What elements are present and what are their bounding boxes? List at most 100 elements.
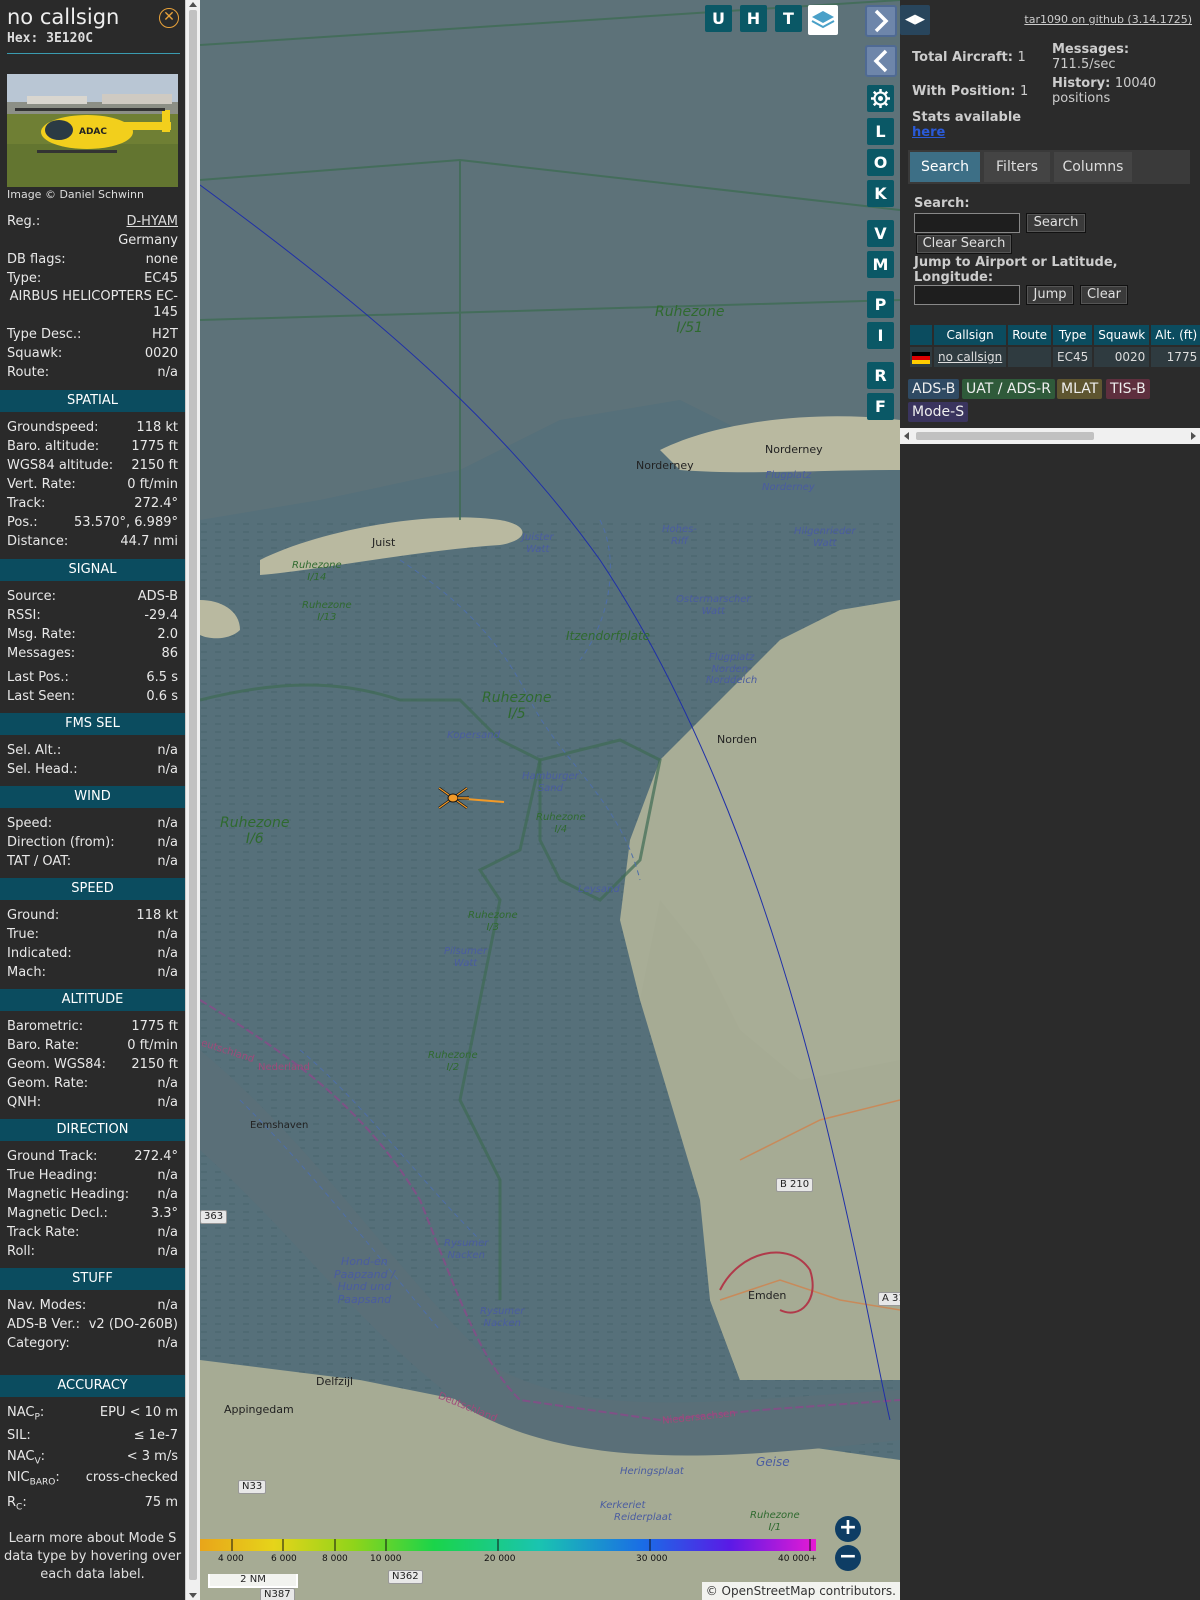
row-route: Route: n/a <box>7 365 178 380</box>
map-label-hilgenrieder-watt: Hilgenrieder Watt <box>794 526 856 549</box>
chevron-right-icon[interactable] <box>865 5 897 37</box>
scroll-up-arrow-icon[interactable] <box>189 2 197 7</box>
map-button-i[interactable]: I <box>867 322 894 349</box>
row-rc: RC: 75 m <box>7 1495 178 1513</box>
close-icon[interactable]: ✕ <box>159 8 179 28</box>
map-tiles <box>200 0 900 1600</box>
divider <box>7 53 180 54</box>
zoom-out-button[interactable]: − <box>835 1545 861 1571</box>
table-horizontal-scrollbar[interactable] <box>900 428 1200 444</box>
map-label-norden: Norden <box>717 733 758 746</box>
row-reg: Reg.: D-HYAM <box>7 213 178 231</box>
map-button-v[interactable]: V <box>867 220 894 247</box>
column-squawk[interactable]: Squawk <box>1094 325 1150 345</box>
registration-link[interactable]: D-HYAM <box>126 213 178 231</box>
road-label-b210: B 210 <box>776 1178 814 1192</box>
map-label-rysumer-nacken: Rysumer Nacken <box>444 1238 489 1261</box>
aircraft-photo[interactable]: ADAC <box>7 74 178 187</box>
column-callsign[interactable]: Callsign <box>934 325 1007 345</box>
clear-button[interactable]: Clear <box>1080 285 1128 305</box>
row-route <box>1008 347 1052 367</box>
map-view[interactable]: Ruhezone I/51 Ruhezone I/5 Ruhezone I/6 Ruh… <box>200 0 900 1600</box>
column-flag[interactable] <box>910 325 932 345</box>
stat-messages-value: 711.5/sec <box>1052 57 1116 72</box>
map-button-u[interactable]: U <box>705 5 732 32</box>
tab-columns[interactable]: Columns <box>1054 152 1132 182</box>
map-label-ruhezone-i1: Ruhezone I/1 <box>750 1510 800 1533</box>
layers-icon[interactable] <box>808 5 838 35</box>
column-altitude[interactable]: Alt. (ft) <box>1151 325 1200 345</box>
row-geom-wgs84: Geom. WGS84: 2150 ft <box>7 1057 178 1072</box>
map-button-k[interactable]: K <box>867 180 894 207</box>
map-button-f[interactable]: F <box>867 393 894 420</box>
row-typedesc: Type Desc.: H2T <box>7 327 178 342</box>
alt-tick-label: 6 000 <box>271 1554 297 1564</box>
stats-here-link[interactable]: here <box>912 125 945 140</box>
tab-filters[interactable]: Filters <box>984 152 1050 182</box>
map-label-norderney: Norderney <box>636 459 694 472</box>
column-route[interactable]: Route <box>1008 325 1052 345</box>
road-label-a31: A 31 <box>878 1292 900 1306</box>
map-button-l[interactable]: L <box>867 118 894 145</box>
row-wgs84-altitude: WGS84 altitude: 2150 ft <box>7 458 178 473</box>
map-label-norderney-town: Norderney <box>765 443 823 456</box>
row-roll: Roll: n/a <box>7 1244 178 1259</box>
map-button-h[interactable]: H <box>740 5 767 32</box>
map-button-t[interactable]: T <box>775 5 802 32</box>
clear-search-button[interactable]: Clear Search <box>916 234 1012 254</box>
row-callsign[interactable]: no callsign <box>934 347 1007 367</box>
map-label-pilsumer-watt: Pilsumer Watt <box>444 946 488 969</box>
section-fms-sel: FMS SEL <box>0 713 185 735</box>
map-label-ruhezone-i13: Ruhezone I/13 <box>302 600 352 623</box>
map-label-flugplatz-norderney: Flugplatz Norderney <box>762 470 815 493</box>
section-spatial: SPATIAL <box>0 390 185 412</box>
section-direction: DIRECTION <box>0 1119 185 1141</box>
row-tat-oat: TAT / OAT: n/a <box>7 854 178 869</box>
photo-credit: Image © Daniel Schwinn <box>7 188 145 201</box>
row-wind-speed: Speed: n/a <box>7 816 178 831</box>
column-type[interactable]: Type <box>1053 325 1093 345</box>
flag-germany-icon <box>910 347 932 367</box>
row-mach: Mach: n/a <box>7 965 178 980</box>
map-button-p[interactable]: P <box>867 291 894 318</box>
map-button-r[interactable]: R <box>867 362 894 389</box>
zoom-in-button[interactable]: + <box>835 1516 861 1542</box>
learn-more-text: Learn more about Mode S data type by hov… <box>3 1531 182 1582</box>
map-label-ruhezone-i6: Ruhezone I/6 <box>220 815 290 848</box>
stat-history: History: 10040 positions <box>1052 76 1157 106</box>
map-attribution[interactable]: © OpenStreetMap contributors. <box>701 1582 900 1600</box>
scroll-left-arrow-icon[interactable] <box>904 432 909 440</box>
map-label-kopersand: Kopersand <box>447 730 500 741</box>
row-nic-baro: NICBARO: cross-checked <box>7 1470 178 1488</box>
jump-button[interactable]: Jump <box>1026 285 1074 305</box>
jump-input[interactable] <box>914 285 1020 305</box>
chevron-left-icon[interactable] <box>865 45 897 77</box>
map-button-m[interactable]: M <box>867 251 894 278</box>
row-track-rate: Track Rate: n/a <box>7 1225 178 1240</box>
settings-gear-icon[interactable] <box>867 85 894 112</box>
sidebar-toggle-icon[interactable]: ◀▶ <box>900 5 930 35</box>
map-label-delfzijl: Delfzijl <box>316 1375 354 1388</box>
info-panel-scrollbar[interactable] <box>185 0 200 1600</box>
row-barometric: Barometric: 1775 ft <box>7 1019 178 1034</box>
search-button[interactable]: Search <box>1026 213 1086 233</box>
sidebar-tabs: Search Filters Columns <box>908 150 1190 184</box>
scroll-down-arrow-icon[interactable] <box>189 1593 197 1598</box>
map-label-ruhezone-i3: Ruhezone I/3 <box>468 910 518 933</box>
stat-with-position: With Position: 1 <box>912 84 1029 99</box>
section-wind: WIND <box>0 786 185 808</box>
search-input[interactable] <box>914 213 1020 233</box>
row-sel-alt: Sel. Alt.: n/a <box>7 743 178 758</box>
map-label-itzendorfplate: Itzendorfplate <box>566 629 651 643</box>
scroll-right-arrow-icon[interactable] <box>1191 432 1196 440</box>
scrollbar-thumb[interactable] <box>916 432 1094 440</box>
row-messages: Messages: 86 <box>7 646 178 661</box>
map-label-nederland: Nederland <box>258 1062 310 1073</box>
tab-search[interactable]: Search <box>910 152 980 182</box>
map-button-o[interactable]: O <box>867 149 894 176</box>
scrollbar-thumb[interactable] <box>189 10 197 1580</box>
table-row[interactable]: no callsign EC45 0020 1775 <box>910 347 1200 367</box>
row-ground-track: Ground Track: 272.4° <box>7 1149 178 1164</box>
github-link[interactable]: tar1090 on github (3.14.1725) <box>1024 13 1192 26</box>
altitude-color-legend <box>200 1539 816 1551</box>
